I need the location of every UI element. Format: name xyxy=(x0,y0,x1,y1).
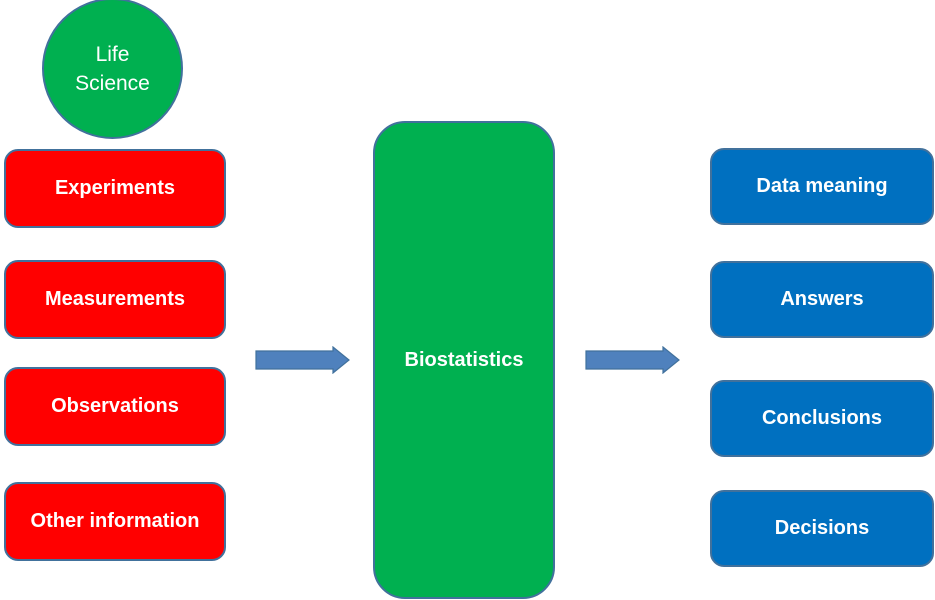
output-node-answers: Answers xyxy=(710,261,934,338)
input-node-observations: Observations xyxy=(4,367,226,446)
input-node-other-information: Other information xyxy=(4,482,226,561)
output-label: Data meaning xyxy=(756,175,888,197)
life-science-label-line-1: Life xyxy=(95,42,130,66)
output-label: Decisions xyxy=(774,517,870,539)
input-label: Other information xyxy=(30,510,200,532)
biostatistics-label: Biostatistics xyxy=(404,348,524,371)
output-node-decisions: Decisions xyxy=(710,490,934,567)
arrow-right-icon xyxy=(585,346,680,374)
life-science-label-line-2: Science xyxy=(75,71,150,95)
biostatistics-node: Biostatistics xyxy=(373,121,555,599)
arrow-right-icon xyxy=(255,346,350,374)
input-label: Measurements xyxy=(44,288,186,310)
output-node-conclusions: Conclusions xyxy=(710,380,934,457)
input-node-measurements: Measurements xyxy=(4,260,226,339)
input-label: Experiments xyxy=(54,177,176,199)
output-label: Conclusions xyxy=(761,407,882,429)
life-science-node: Life Science xyxy=(42,0,183,139)
output-node-data-meaning: Data meaning xyxy=(710,148,934,225)
output-label: Answers xyxy=(780,288,864,310)
input-label: Observations xyxy=(51,395,179,417)
input-node-experiments: Experiments xyxy=(4,149,226,228)
